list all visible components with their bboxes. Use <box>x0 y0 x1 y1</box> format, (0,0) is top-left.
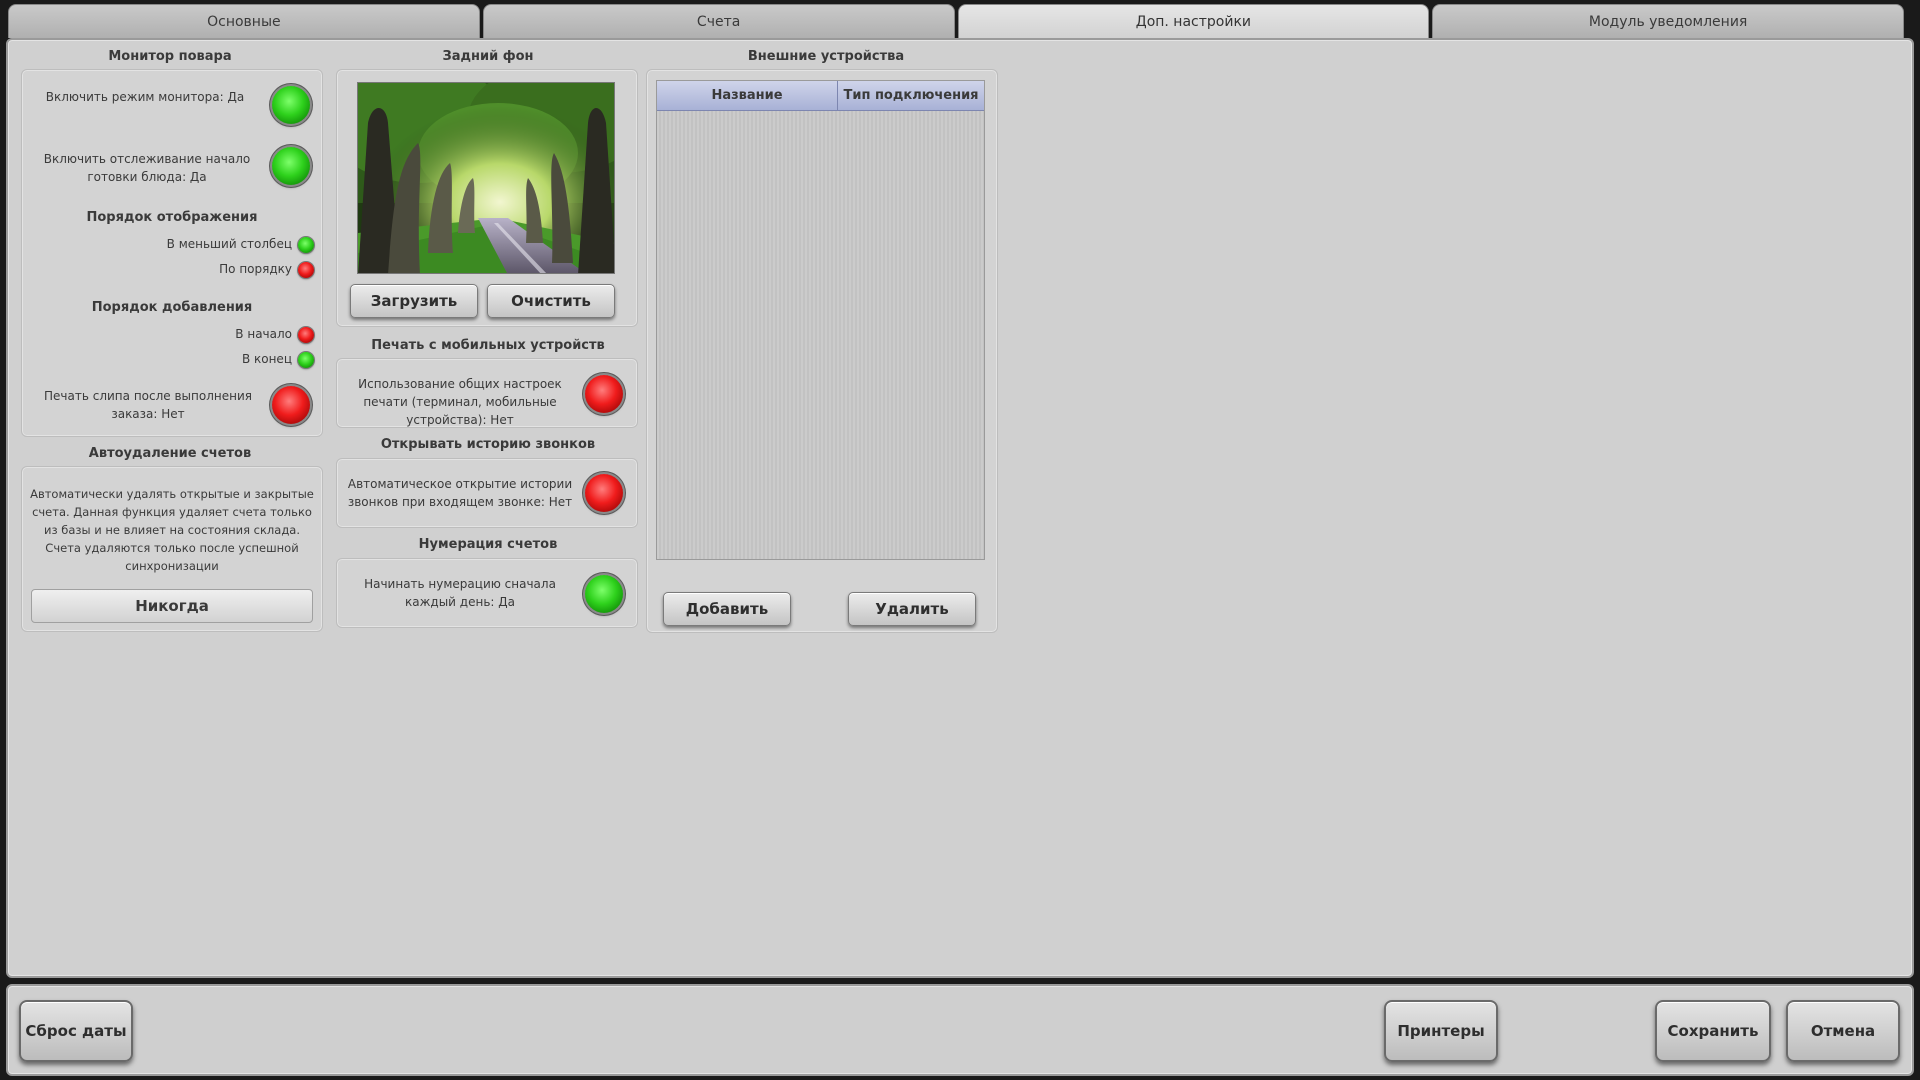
tab-basic[interactable]: Основные <box>8 4 480 38</box>
tracking-toggle[interactable] <box>272 147 310 185</box>
auto-delete-selector[interactable]: Никогда <box>31 589 313 623</box>
table-header: Название Тип подключения <box>657 81 984 111</box>
auto-delete-title: Автоудаление счетов <box>88 446 252 461</box>
display-order-option-label: В меньший столбец <box>166 237 292 251</box>
background-title: Задний фон <box>442 49 534 64</box>
save-button[interactable]: Сохранить <box>1655 1000 1771 1062</box>
print-slip-label: Печать слипа после выполнения заказа: Не… <box>44 389 252 421</box>
numbering-label: Начинать нумерацию сначала каждый день: … <box>364 577 556 609</box>
external-devices-title: Внешние устройства <box>747 49 905 64</box>
display-order-option-radio[interactable] <box>298 237 314 253</box>
add-order-option-radio[interactable] <box>298 352 314 368</box>
mobile-print-title: Печать с мобильных устройств <box>371 338 605 353</box>
call-history-toggle[interactable] <box>585 474 623 512</box>
clear-background-button[interactable]: Очистить <box>487 284 615 318</box>
display-order-option-label: По порядку <box>219 262 292 276</box>
column-header-connection-type[interactable]: Тип подключения <box>837 81 984 110</box>
auto-delete-description: Автоматически удалять открытые и закрыты… <box>30 487 314 573</box>
tab-accounts[interactable]: Счета <box>482 4 955 38</box>
add-order-option-radio[interactable] <box>298 327 314 343</box>
numbering-title: Нумерация счетов <box>418 537 558 552</box>
chef-monitor-title: Монитор повара <box>108 49 232 64</box>
external-devices-table: Название Тип подключения <box>656 80 985 560</box>
chef-monitor-box: Включить режим монитора: Да Включить отс… <box>21 69 323 437</box>
call-history-box: Автоматическое открытие истории звонков … <box>336 458 638 528</box>
add-order-option-label: В конец <box>241 352 292 366</box>
display-order-option-radio[interactable] <box>298 262 314 278</box>
add-device-button[interactable]: Добавить <box>663 592 791 626</box>
background-box: Загрузить Очистить <box>336 69 638 327</box>
cancel-button[interactable]: Отмена <box>1786 1000 1900 1062</box>
printers-button[interactable]: Принтеры <box>1384 1000 1498 1062</box>
delete-device-button[interactable]: Удалить <box>848 592 976 626</box>
add-order-title: Порядок добавления <box>91 300 253 315</box>
numbering-toggle[interactable] <box>585 575 623 613</box>
numbering-box: Начинать нумерацию сначала каждый день: … <box>336 558 638 628</box>
column-header-name[interactable]: Название <box>657 81 837 110</box>
tab-notification-module[interactable]: Модуль уведомления <box>1432 4 1904 38</box>
auto-delete-box: Автоматически удалять открытые и закрыты… <box>21 466 323 632</box>
call-history-title: Открывать историю звонков <box>380 437 596 452</box>
display-order-title: Порядок отображения <box>86 210 258 225</box>
monitor-mode-label: Включить режим монитора: Да <box>45 90 245 104</box>
tracking-label: Включить отслеживание начало готовки блю… <box>43 152 251 184</box>
mobile-print-box: Использование общих настроек печати (тер… <box>336 358 638 428</box>
tab-extra-settings[interactable]: Доп. настройки <box>957 4 1430 38</box>
load-background-button[interactable]: Загрузить <box>350 284 478 318</box>
tab-bar: Основные Счета Доп. настройки Модуль уве… <box>8 4 1904 38</box>
print-slip-toggle[interactable] <box>272 386 310 424</box>
reset-date-button[interactable]: Сброс даты <box>19 1000 133 1062</box>
monitor-mode-toggle[interactable] <box>272 86 310 124</box>
call-history-label: Автоматическое открытие истории звонков … <box>347 477 573 509</box>
footer-bar: Сброс даты Принтеры Сохранить Отмена <box>6 984 1914 1076</box>
mobile-print-toggle[interactable] <box>585 375 623 413</box>
settings-panel: Монитор повара Включить режим монитора: … <box>6 38 1914 978</box>
mobile-print-label: Использование общих настроек печати (тер… <box>358 377 562 427</box>
external-devices-box: Название Тип подключения Добавить Удалит… <box>646 69 998 633</box>
add-order-option-label: В начало <box>235 327 292 341</box>
background-image <box>357 82 615 274</box>
